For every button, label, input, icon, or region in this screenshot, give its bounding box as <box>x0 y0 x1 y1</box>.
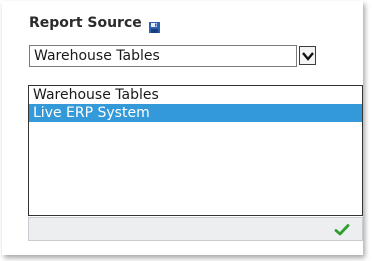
checkmark-icon[interactable] <box>334 222 350 236</box>
panel-header: Report Source <box>29 13 160 33</box>
save-disk-icon[interactable] <box>148 18 160 33</box>
listbox-footer <box>28 217 363 241</box>
report-source-panel: Report Source Warehouse Tables Warehouse… <box>2 1 363 255</box>
chevron-down-icon[interactable] <box>299 46 316 65</box>
list-option-live-erp-system[interactable]: Live ERP System <box>29 104 362 122</box>
report-source-listbox[interactable]: Warehouse Tables Live ERP System <box>28 85 363 216</box>
select-current-value: Warehouse Tables <box>34 48 160 64</box>
list-option-warehouse-tables[interactable]: Warehouse Tables <box>29 86 362 104</box>
panel-title: Report Source <box>29 15 142 31</box>
report-source-select[interactable]: Warehouse Tables <box>29 45 297 67</box>
